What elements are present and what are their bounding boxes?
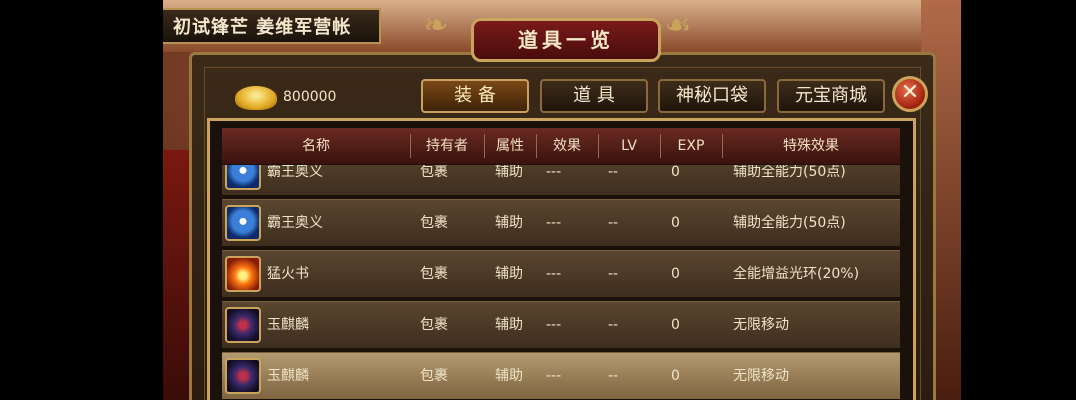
item-holder: 包裹 bbox=[420, 266, 448, 282]
item-attr: 辅助 bbox=[495, 165, 523, 180]
item-special: 辅助全能力(50点) bbox=[733, 215, 846, 231]
kylin-icon bbox=[225, 358, 261, 394]
tab-equipment[interactable]: 装 备 bbox=[421, 79, 529, 113]
dragon-left-icon: ❧ bbox=[423, 8, 449, 43]
table-row[interactable]: 玉麒麟 包裹 辅助 --- -- 0 无限移动 bbox=[222, 352, 900, 400]
header-attr: 属性 bbox=[496, 138, 524, 154]
close-button[interactable]: ✕ bbox=[892, 76, 928, 112]
item-exp: 0 bbox=[671, 165, 680, 180]
item-lv: -- bbox=[608, 368, 619, 384]
gold-amount: 800000 bbox=[283, 89, 337, 105]
table-row[interactable]: 霸王奥义 包裹 辅助 --- -- 0 辅助全能力(50点) bbox=[222, 199, 900, 247]
item-exp: 0 bbox=[671, 215, 680, 231]
item-effect: --- bbox=[546, 368, 562, 384]
table-row[interactable]: 玉麒麟 包裹 辅助 --- -- 0 无限移动 bbox=[222, 301, 900, 349]
header-name: 名称 bbox=[302, 138, 330, 154]
table-header: 名称 持有者 属性 效果 LV EXP 特殊效果 bbox=[222, 128, 900, 164]
item-holder: 包裹 bbox=[420, 317, 448, 333]
item-name: 猛火书 bbox=[267, 266, 309, 282]
item-attr: 辅助 bbox=[495, 215, 523, 231]
table-row[interactable]: 霸王奥义 包裹 辅助 --- -- 0 辅助全能力(50点) bbox=[222, 165, 900, 196]
item-holder: 包裹 bbox=[420, 368, 448, 384]
blue-orb-icon bbox=[225, 205, 261, 241]
kylin-icon bbox=[225, 307, 261, 343]
items-table: 名称 持有者 属性 效果 LV EXP 特殊效果 霸王奥义 包裹 辅助 --- … bbox=[207, 118, 916, 400]
item-lv: -- bbox=[608, 266, 619, 282]
item-holder: 包裹 bbox=[420, 215, 448, 231]
header-special: 特殊效果 bbox=[783, 138, 839, 154]
item-name: 玉麒麟 bbox=[267, 317, 309, 333]
item-exp: 0 bbox=[671, 368, 680, 384]
tab-items[interactable]: 道 具 bbox=[540, 79, 648, 113]
header-effect: 效果 bbox=[553, 138, 581, 154]
item-lv: -- bbox=[608, 317, 619, 333]
item-special: 无限移动 bbox=[733, 317, 789, 333]
item-special: 无限移动 bbox=[733, 368, 789, 384]
item-attr: 辅助 bbox=[495, 266, 523, 282]
game-viewport: 初试锋芒 姜维军营帐 ❧ ☙ 道具一览 800000 装 备 道 具 神秘口袋 … bbox=[163, 0, 961, 400]
close-icon: ✕ bbox=[900, 80, 920, 105]
location-label: 初试锋芒 姜维军营帐 bbox=[163, 8, 381, 44]
item-lv: -- bbox=[608, 215, 619, 231]
header-exp: EXP bbox=[677, 138, 705, 154]
item-attr: 辅助 bbox=[495, 317, 523, 333]
item-lv: -- bbox=[608, 165, 619, 180]
tab-mystery-bag[interactable]: 神秘口袋 bbox=[658, 79, 766, 113]
item-special: 全能增益光环(20%) bbox=[733, 266, 860, 282]
item-special: 辅助全能力(50点) bbox=[733, 165, 846, 180]
item-attr: 辅助 bbox=[495, 368, 523, 384]
item-effect: --- bbox=[546, 215, 562, 231]
fire-book-icon bbox=[225, 256, 261, 292]
item-effect: --- bbox=[546, 317, 562, 333]
item-holder: 包裹 bbox=[420, 165, 448, 180]
blue-orb-icon bbox=[225, 165, 261, 190]
header-holder: 持有者 bbox=[426, 138, 468, 154]
header-lv: LV bbox=[621, 138, 637, 154]
item-exp: 0 bbox=[671, 266, 680, 282]
item-effect: --- bbox=[546, 266, 562, 282]
tab-ingot-shop[interactable]: 元宝商城 bbox=[777, 79, 885, 113]
item-name: 玉麒麟 bbox=[267, 368, 309, 384]
table-rows: 霸王奥义 包裹 辅助 --- -- 0 辅助全能力(50点) 霸王奥义 包裹 辅… bbox=[222, 165, 900, 400]
table-row[interactable]: 猛火书 包裹 辅助 --- -- 0 全能增益光环(20%) bbox=[222, 250, 900, 298]
item-name: 霸王奥义 bbox=[267, 215, 323, 231]
item-name: 霸王奥义 bbox=[267, 165, 323, 180]
gold-ingot-icon bbox=[235, 86, 277, 110]
item-exp: 0 bbox=[671, 317, 680, 333]
item-effect: --- bbox=[546, 165, 562, 180]
window-title: 道具一览 bbox=[471, 18, 661, 62]
